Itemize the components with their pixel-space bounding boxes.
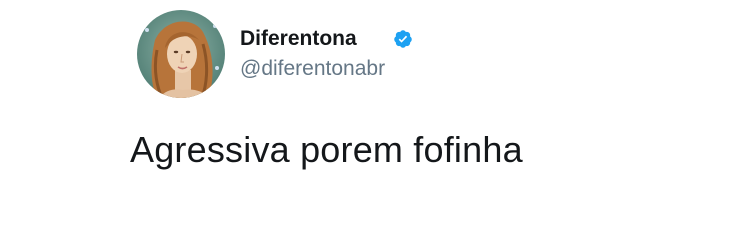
display-name[interactable]: Diferentona (240, 26, 357, 52)
user-handle[interactable]: @diferentonabr (240, 56, 385, 82)
tweet-card: Diferentona @diferentonabr Agressiva por… (0, 0, 736, 245)
avatar[interactable] (137, 10, 225, 98)
venus-portrait-icon (137, 10, 225, 98)
verified-badge-icon (393, 29, 413, 49)
tweet-text: Agressiva porem fofinha (130, 129, 523, 170)
